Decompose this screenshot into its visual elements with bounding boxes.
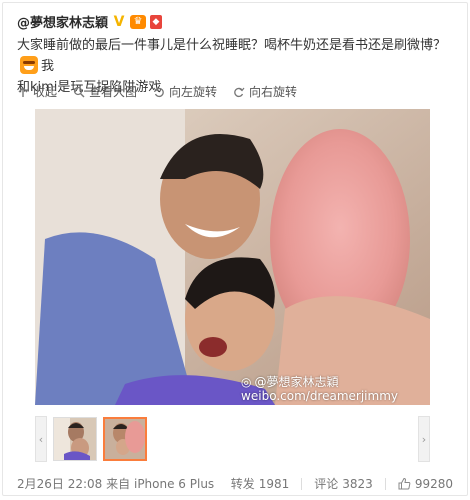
rotate-right-icon — [234, 87, 245, 97]
rotate-left-button[interactable]: 向左旋转 — [153, 83, 217, 100]
red-badge-icon[interactable]: ◆ — [150, 14, 163, 29]
thumbnail-strip: ‹ › — [35, 416, 430, 462]
thumbnail-prev-button[interactable]: ‹ — [35, 416, 47, 462]
repost-button[interactable]: 转发 1981 — [231, 475, 290, 492]
rotate-right-button[interactable]: 向右旋转 — [233, 83, 297, 100]
vip-badge-icon[interactable]: ♛ — [130, 14, 147, 29]
post-source[interactable]: iPhone 6 Plus — [134, 477, 214, 491]
thumbnail-1-image — [54, 418, 96, 460]
photo-image — [35, 109, 430, 405]
chevron-right-icon: › — [421, 432, 427, 446]
collapse-label: 收起 — [33, 85, 58, 99]
collapse-button[interactable]: 收起 — [17, 83, 57, 100]
photo-watermark: ◎ @夢想家林志穎 weibo.com/dreamerjimmy — [241, 375, 398, 403]
watermark-name: @夢想家林志穎 — [254, 375, 339, 389]
repost-count: 1981 — [258, 476, 290, 491]
footer-divider — [384, 477, 386, 490]
grin-emoji-icon — [20, 56, 38, 74]
like-button[interactable]: 99280 — [398, 477, 453, 491]
view-large-label: 查看大图 — [89, 85, 138, 99]
weibo-logo-icon: ◎ — [241, 375, 252, 389]
chevron-left-icon: ‹ — [38, 432, 44, 446]
post-meta: 2月26日 22:08 来自 iPhone 6 Plus — [17, 475, 219, 492]
thumbnail-2-selected[interactable] — [103, 417, 147, 461]
comment-label: 评论 — [314, 477, 339, 491]
rotate-right-label: 向右旋转 — [249, 85, 298, 99]
author-name[interactable]: @夢想家林志穎 — [17, 12, 108, 31]
like-icon — [398, 477, 411, 490]
repost-label: 转发 — [230, 477, 255, 491]
verified-badge-icon[interactable]: V — [112, 14, 126, 30]
image-toolbar: 收起 查看大图 向左旋转 向右旋转 — [17, 83, 297, 100]
post-date[interactable]: 2月26日 22:08 — [17, 477, 102, 491]
post-text-line1: 大家睡前做的最后一件事儿是什么祝睡眠？喝杯牛奶还是看书还是刷微博？ — [17, 38, 447, 53]
comment-count: 3823 — [342, 476, 373, 491]
footer-divider — [301, 477, 303, 490]
comment-button[interactable]: 评论 3823 — [314, 475, 373, 492]
thumbnail-next-button[interactable]: › — [418, 416, 430, 462]
watermark-url: weibo.com/dreamerjimmy — [241, 389, 398, 403]
weibo-post-card: @夢想家林志穎 V ♛ ◆ 大家睡前做的最后一件事儿是什么祝睡眠？喝杯牛奶还是看… — [2, 2, 468, 496]
post-text-line1-tail: 我 — [41, 59, 55, 74]
search-icon — [73, 86, 85, 97]
thumbnail-2-image — [105, 419, 145, 459]
like-count: 99280 — [414, 476, 453, 491]
rotate-left-label: 向左旋转 — [169, 85, 218, 99]
collapse-icon — [18, 87, 28, 97]
post-photo[interactable]: ◎ @夢想家林志穎 weibo.com/dreamerjimmy — [35, 109, 430, 405]
thumbnail-1[interactable] — [53, 417, 97, 461]
rotate-left-icon — [153, 87, 164, 97]
post-footer: 2月26日 22:08 来自 iPhone 6 Plus 转发 1981 评论 … — [17, 475, 453, 492]
source-prefix: 来自 — [106, 477, 131, 491]
post-header: @夢想家林志穎 V ♛ ◆ — [17, 12, 163, 31]
view-large-button[interactable]: 查看大图 — [73, 83, 137, 100]
